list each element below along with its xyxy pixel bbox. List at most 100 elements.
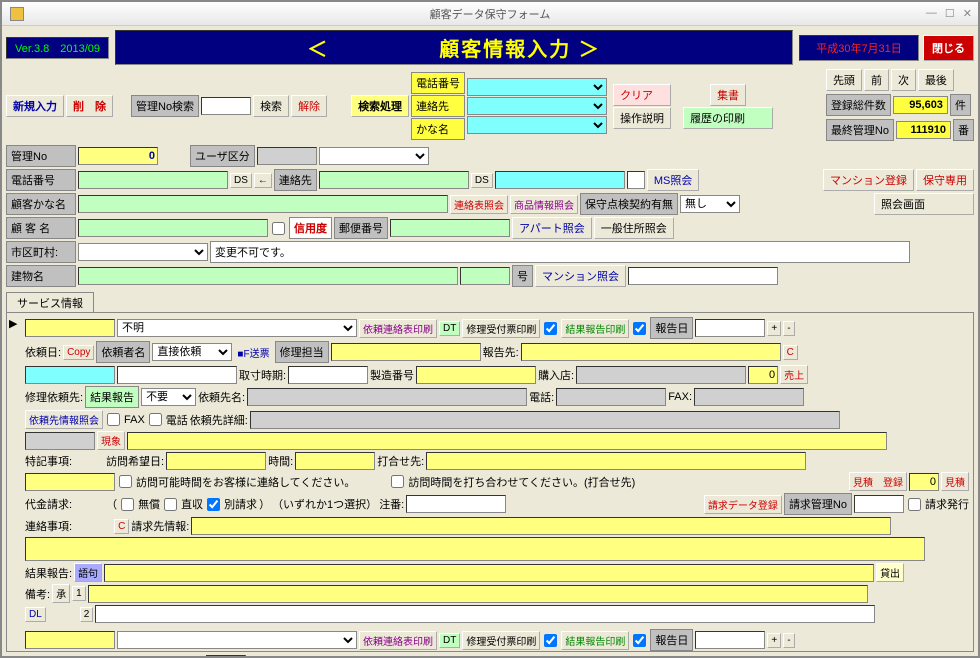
inspect-select[interactable]: 無し <box>680 195 740 213</box>
result-print-check[interactable] <box>633 322 646 335</box>
record-selector-icon[interactable]: ▶ <box>9 317 17 330</box>
repair-print-button-2[interactable]: 修理受付票印刷 <box>462 631 540 650</box>
history-button[interactable]: 履歴の印刷 <box>683 107 773 129</box>
svc-unknown-select[interactable]: 不明 <box>117 319 357 337</box>
maximize-icon[interactable]: ☐ <box>945 7 955 20</box>
bill-mgmt-input[interactable] <box>854 495 904 513</box>
fax-input[interactable] <box>694 388 804 406</box>
visit-note1-check[interactable] <box>119 475 132 488</box>
last-button[interactable]: 最後 <box>918 69 954 91</box>
credit-checkbox[interactable] <box>272 222 285 235</box>
est-button[interactable]: 見積 <box>941 472 969 491</box>
clear-button[interactable]: クリア <box>613 84 671 106</box>
acq-time-input[interactable] <box>288 366 368 384</box>
plus-button-2[interactable]: + <box>767 633 781 648</box>
userdiv-select[interactable] <box>319 147 429 165</box>
est-zero[interactable] <box>909 473 939 491</box>
mgmtno-input[interactable] <box>78 147 158 165</box>
minus-button-1[interactable]: - <box>783 321 794 336</box>
zero-input[interactable] <box>748 366 778 384</box>
svc-input-2[interactable] <box>117 366 237 384</box>
svc2-input-1[interactable] <box>25 631 115 649</box>
time-input[interactable] <box>295 452 375 470</box>
one-button[interactable]: 1 <box>72 586 86 601</box>
delete-button[interactable]: 削 除 <box>66 95 113 117</box>
c-button[interactable]: C <box>783 345 798 360</box>
contact-select[interactable] <box>467 97 607 115</box>
mansion-reg-button[interactable]: マンション登録 <box>823 169 914 191</box>
ds-button-2[interactable]: DS <box>471 173 493 188</box>
dest-info-button[interactable]: 依頼先情報照会 <box>25 410 103 429</box>
kana-select[interactable] <box>467 116 607 134</box>
visit-note2-check[interactable] <box>391 475 404 488</box>
ms-inquiry-button[interactable]: MS照会 <box>647 169 700 191</box>
collect-button[interactable]: 集書 <box>710 84 746 106</box>
minimize-icon[interactable]: — <box>926 7 937 20</box>
special-input[interactable] <box>25 473 115 491</box>
close-icon[interactable]: ✕ <box>963 7 972 20</box>
separate-check[interactable] <box>207 498 220 511</box>
direct-select[interactable]: 直接依頼 <box>152 343 232 361</box>
dl-button[interactable]: DL <box>25 607 46 622</box>
approve-button[interactable]: 承 <box>52 584 70 603</box>
cash-input[interactable] <box>127 432 887 450</box>
result-print-button[interactable]: 結果報告印刷 <box>561 319 629 338</box>
dest-tel-input[interactable] <box>556 388 666 406</box>
req-contact-print-button[interactable]: 依頼連絡表印刷 <box>359 319 437 338</box>
dt-button-2[interactable]: DT <box>439 633 460 648</box>
dt-button-1[interactable]: DT <box>439 321 460 336</box>
aux-input-2[interactable] <box>627 171 645 189</box>
tel-select[interactable] <box>467 78 607 96</box>
addr-button[interactable]: 一般住所照会 <box>594 217 674 239</box>
result-input[interactable] <box>104 564 874 582</box>
close-button[interactable]: 閉じる <box>923 35 974 61</box>
copy-button[interactable]: Copy <box>63 345 94 360</box>
svc-input-1[interactable] <box>25 319 115 337</box>
dest-name-input[interactable] <box>247 388 527 406</box>
minus-button-2[interactable]: - <box>783 633 794 648</box>
req-contact-print-button-2[interactable]: 依頼連絡表印刷 <box>359 631 437 650</box>
screen-button[interactable]: 照会画面 <box>874 193 974 215</box>
free-check[interactable] <box>121 498 134 511</box>
first-button[interactable]: 先頭 <box>826 69 862 91</box>
search-button[interactable]: 検索 <box>253 95 289 117</box>
new-button[interactable]: 新規入力 <box>6 95 64 117</box>
apart-button[interactable]: アパート照会 <box>512 217 592 239</box>
svc2-select[interactable] <box>117 631 357 649</box>
bldg-input[interactable] <box>78 267 458 285</box>
prod-info-button[interactable]: 商品情報照会 <box>510 195 578 214</box>
postal-input[interactable] <box>390 219 510 237</box>
clear-search-button[interactable]: 解除 <box>291 95 327 117</box>
plus-button-1[interactable]: + <box>767 321 781 336</box>
delete-detail-link[interactable]: 1明細削除(k) <box>6 654 81 656</box>
aux-input-1[interactable] <box>495 171 625 189</box>
contact-form-button[interactable]: 連絡表照会 <box>450 195 508 214</box>
cash-button[interactable]: 現象 <box>97 431 125 450</box>
search-proc-button[interactable]: 検索処理 <box>351 95 409 117</box>
note-no-input[interactable] <box>406 495 506 513</box>
direct-check[interactable] <box>164 498 177 511</box>
maint-only-button[interactable]: 保守専用 <box>916 169 974 191</box>
cash-code-input[interactable] <box>25 432 95 450</box>
bill-issue-check[interactable] <box>908 498 921 511</box>
next-button[interactable]: 次 <box>891 69 916 91</box>
tab-service-info[interactable]: サービス情報 <box>6 292 94 313</box>
mfg-no-input[interactable] <box>416 366 536 384</box>
two-button[interactable]: 2 <box>80 607 94 622</box>
lend-button[interactable]: 貸出 <box>876 563 904 582</box>
custname-input[interactable] <box>78 219 268 237</box>
phrase-button[interactable]: 語句 <box>74 563 102 582</box>
visit-hope-input[interactable] <box>166 452 266 470</box>
userdiv-input[interactable] <box>257 147 317 165</box>
kana-input[interactable] <box>78 195 448 213</box>
arrow-button[interactable]: ← <box>254 173 272 188</box>
bldg-aux-input[interactable] <box>628 267 778 285</box>
remarks-input-2[interactable] <box>95 605 875 623</box>
contact-matter-input[interactable] <box>25 537 925 561</box>
report-to-input[interactable] <box>521 343 781 361</box>
prev-button[interactable]: 前 <box>864 69 889 91</box>
c-button-2[interactable]: C <box>114 519 129 534</box>
fax-check[interactable] <box>107 413 120 426</box>
bill-info-input[interactable] <box>191 517 891 535</box>
tel-input[interactable] <box>78 171 228 189</box>
